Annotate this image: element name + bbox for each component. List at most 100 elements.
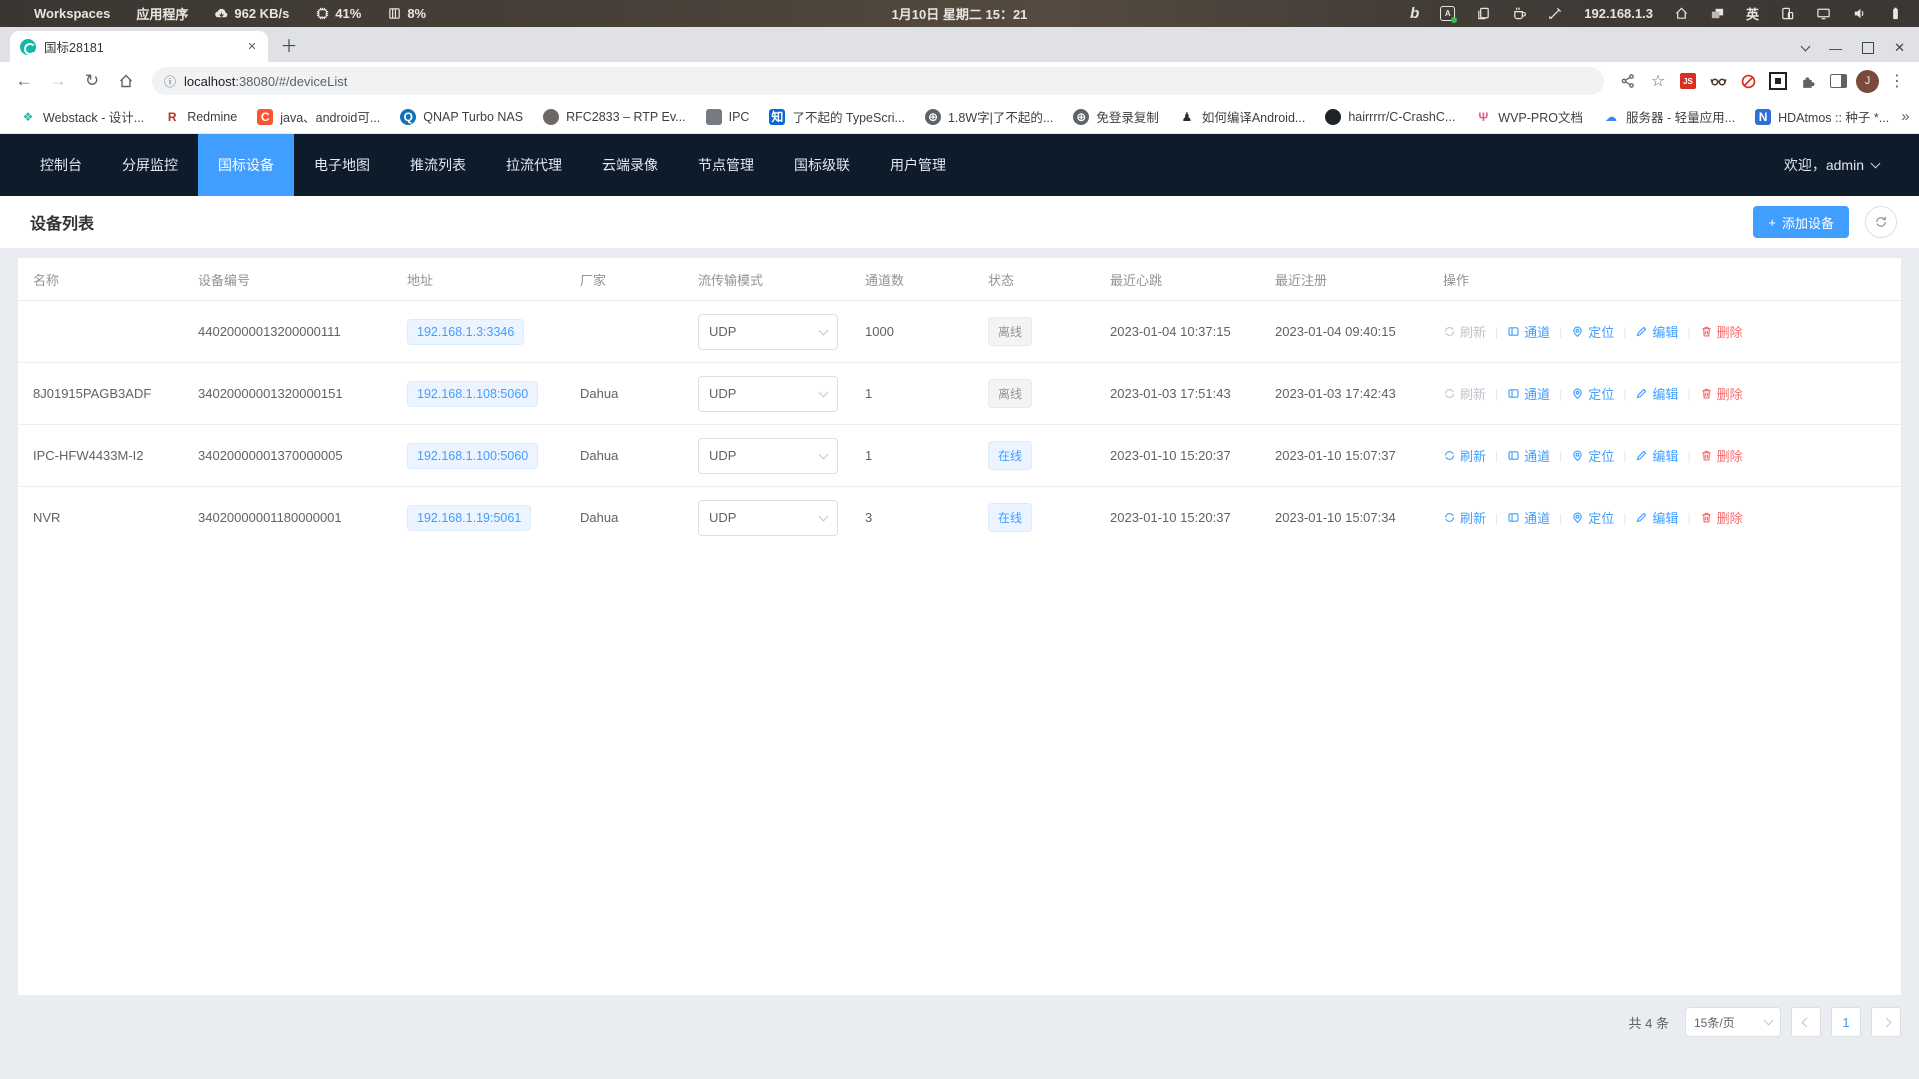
nav-item-2[interactable]: 分屏监控 xyxy=(102,134,198,196)
bookmark-item[interactable]: N HDAtmos :: 种子 *... xyxy=(1747,104,1897,129)
input-method-indicator[interactable]: 英 xyxy=(1746,4,1759,23)
ip-address-indicator[interactable]: 192.168.1.3 xyxy=(1584,6,1653,21)
row-delete-button[interactable]: 删除 xyxy=(1700,384,1743,403)
user-menu[interactable]: 欢迎，admin xyxy=(1784,155,1919,175)
bookmark-item[interactable]: C java、android可... xyxy=(249,104,388,129)
profile-avatar[interactable]: J xyxy=(1856,70,1879,93)
browser-tab[interactable]: 国标28181 ✕ xyxy=(10,31,268,62)
row-channel-button[interactable]: 通道 xyxy=(1507,322,1550,341)
tab-search-icon[interactable] xyxy=(1801,42,1811,52)
nav-item-7[interactable]: 云端录像 xyxy=(582,134,678,196)
nav-item-9[interactable]: 国标级联 xyxy=(774,134,870,196)
nav-item-1[interactable]: 控制台 xyxy=(20,134,102,196)
battery-tray-icon[interactable] xyxy=(1888,6,1903,21)
next-page-button[interactable] xyxy=(1871,1007,1901,1037)
address-pill[interactable]: 192.168.1.108:5060 xyxy=(407,381,538,407)
clipboard-tray-icon[interactable] xyxy=(1476,6,1491,21)
address-pill[interactable]: 192.168.1.19:5061 xyxy=(407,505,531,531)
window-minimize-button[interactable]: — xyxy=(1829,41,1842,56)
bookmark-item[interactable]: hairrrrr/C-CrashC... xyxy=(1317,106,1463,128)
bookmark-item[interactable]: ⊕ 免登录复制 xyxy=(1065,104,1167,129)
volume-tray-icon[interactable] xyxy=(1852,6,1867,21)
side-panel-icon[interactable] xyxy=(1826,69,1850,93)
bookmark-item[interactable]: ⊕ 1.8W字|了不起的... xyxy=(917,104,1061,129)
bookmark-item[interactable]: ♟ 如何编译Android... xyxy=(1171,104,1314,129)
app-indicator-icon[interactable]: A xyxy=(1440,6,1455,21)
tab-close-icon[interactable]: ✕ xyxy=(244,39,260,55)
workspaces-button[interactable]: Workspaces xyxy=(34,6,110,21)
row-channel-button[interactable]: 通道 xyxy=(1507,446,1550,465)
nav-item-5[interactable]: 推流列表 xyxy=(390,134,486,196)
bookmark-item[interactable]: R Redmine xyxy=(156,106,245,128)
goggles-extension-icon[interactable] xyxy=(1706,69,1730,93)
stream-mode-select[interactable]: UDP xyxy=(698,314,838,350)
bookmark-item[interactable]: RFC2833 – RTP Ev... xyxy=(535,106,694,128)
bing-tray-icon[interactable]: b xyxy=(1410,6,1419,21)
display-tray-icon[interactable] xyxy=(1816,6,1831,21)
row-edit-button[interactable]: 编辑 xyxy=(1635,508,1678,527)
address-pill[interactable]: 192.168.1.3:3346 xyxy=(407,319,524,345)
address-bar[interactable]: ⓘ localhost:38080/#/deviceList xyxy=(152,67,1604,95)
new-tab-button[interactable]: ＋ xyxy=(276,32,302,57)
stream-mode-select[interactable]: UDP xyxy=(698,376,838,412)
bookmark-item[interactable]: IPC xyxy=(698,106,758,128)
refresh-list-button[interactable] xyxy=(1865,206,1897,238)
row-channel-button[interactable]: 通道 xyxy=(1507,508,1550,527)
bookmark-star-icon[interactable]: ☆ xyxy=(1646,69,1670,93)
memory-usage-indicator[interactable]: 8% xyxy=(387,6,426,21)
row-delete-button[interactable]: 删除 xyxy=(1700,446,1743,465)
row-refresh-button[interactable]: 刷新 xyxy=(1443,322,1486,341)
cpu-usage-indicator[interactable]: 41% xyxy=(315,6,361,21)
address-pill[interactable]: 192.168.1.100:5060 xyxy=(407,443,538,469)
adblock-extension-icon[interactable] xyxy=(1736,69,1760,93)
applications-menu[interactable]: 应用程序 xyxy=(136,4,188,23)
windows-tray-icon[interactable] xyxy=(1710,6,1725,21)
coffee-tray-icon[interactable] xyxy=(1512,6,1527,21)
phone-link-tray-icon[interactable] xyxy=(1780,6,1795,21)
row-edit-button[interactable]: 编辑 xyxy=(1635,322,1678,341)
page-number-button[interactable]: 1 xyxy=(1831,1007,1861,1037)
prev-page-button[interactable] xyxy=(1791,1007,1821,1037)
bookmark-item[interactable]: Q QNAP Turbo NAS xyxy=(392,106,531,128)
row-locate-button[interactable]: 定位 xyxy=(1571,508,1614,527)
nav-item-6[interactable]: 拉流代理 xyxy=(486,134,582,196)
bookmark-item[interactable]: ☁ 服务器 - 轻量应用... xyxy=(1595,104,1743,129)
row-channel-button[interactable]: 通道 xyxy=(1507,384,1550,403)
add-device-button[interactable]: + 添加设备 xyxy=(1753,206,1849,238)
home-tray-icon[interactable] xyxy=(1674,6,1689,21)
bookmark-item[interactable]: 知 了不起的 TypeScri... xyxy=(761,104,913,129)
row-refresh-button[interactable]: 刷新 xyxy=(1443,446,1486,465)
row-locate-button[interactable]: 定位 xyxy=(1571,384,1614,403)
site-info-icon[interactable]: ⓘ xyxy=(164,73,176,90)
color-picker-tray-icon[interactable] xyxy=(1548,6,1563,21)
home-button[interactable] xyxy=(112,67,140,95)
nav-item-3[interactable]: 国标设备 xyxy=(198,134,294,196)
extensions-puzzle-icon[interactable] xyxy=(1796,69,1820,93)
stream-mode-select[interactable]: UDP xyxy=(698,438,838,474)
screenshot-extension-icon[interactable] xyxy=(1766,69,1790,93)
menu-kebab-icon[interactable]: ⋮ xyxy=(1885,69,1909,93)
js-extension-icon[interactable]: JS xyxy=(1676,69,1700,93)
row-edit-button[interactable]: 编辑 xyxy=(1635,384,1678,403)
row-edit-button[interactable]: 编辑 xyxy=(1635,446,1678,465)
nav-item-8[interactable]: 节点管理 xyxy=(678,134,774,196)
bookmark-item[interactable]: ❖ Webstack - 设计... xyxy=(12,104,152,129)
reload-button[interactable]: ↻ xyxy=(78,67,106,95)
window-restore-button[interactable] xyxy=(1862,42,1874,54)
share-button[interactable] xyxy=(1616,69,1640,93)
bookmark-item[interactable]: Ψ WVP-PRO文档 xyxy=(1467,104,1591,129)
nav-item-10[interactable]: 用户管理 xyxy=(870,134,966,196)
row-refresh-button[interactable]: 刷新 xyxy=(1443,384,1486,403)
back-button[interactable]: ← xyxy=(10,67,38,95)
row-refresh-button[interactable]: 刷新 xyxy=(1443,508,1486,527)
row-delete-button[interactable]: 删除 xyxy=(1700,508,1743,527)
page-size-select[interactable]: 15条/页 xyxy=(1685,1007,1781,1037)
network-speed-indicator[interactable]: 962 KB/s xyxy=(214,6,289,21)
forward-button[interactable]: → xyxy=(44,67,72,95)
row-locate-button[interactable]: 定位 xyxy=(1571,446,1614,465)
nav-item-4[interactable]: 电子地图 xyxy=(294,134,390,196)
row-delete-button[interactable]: 删除 xyxy=(1700,322,1743,341)
stream-mode-select[interactable]: UDP xyxy=(698,500,838,536)
row-locate-button[interactable]: 定位 xyxy=(1571,322,1614,341)
window-close-button[interactable]: ✕ xyxy=(1894,40,1905,56)
